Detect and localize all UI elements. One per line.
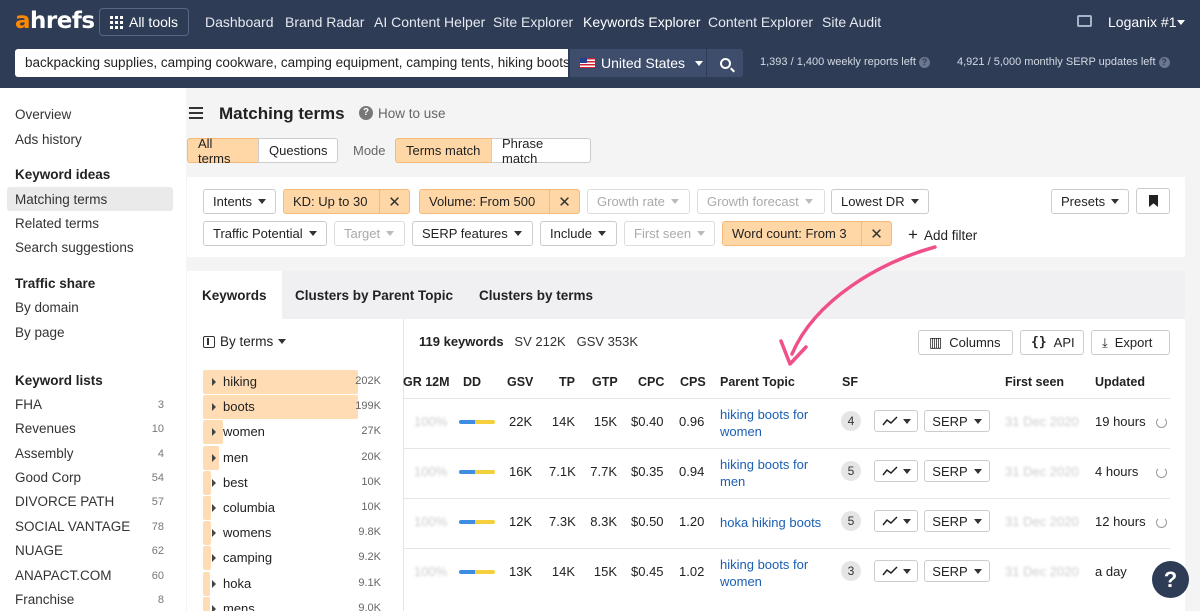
annotation-arrow <box>779 245 937 366</box>
help-chat-button[interactable]: ? <box>1152 561 1189 598</box>
